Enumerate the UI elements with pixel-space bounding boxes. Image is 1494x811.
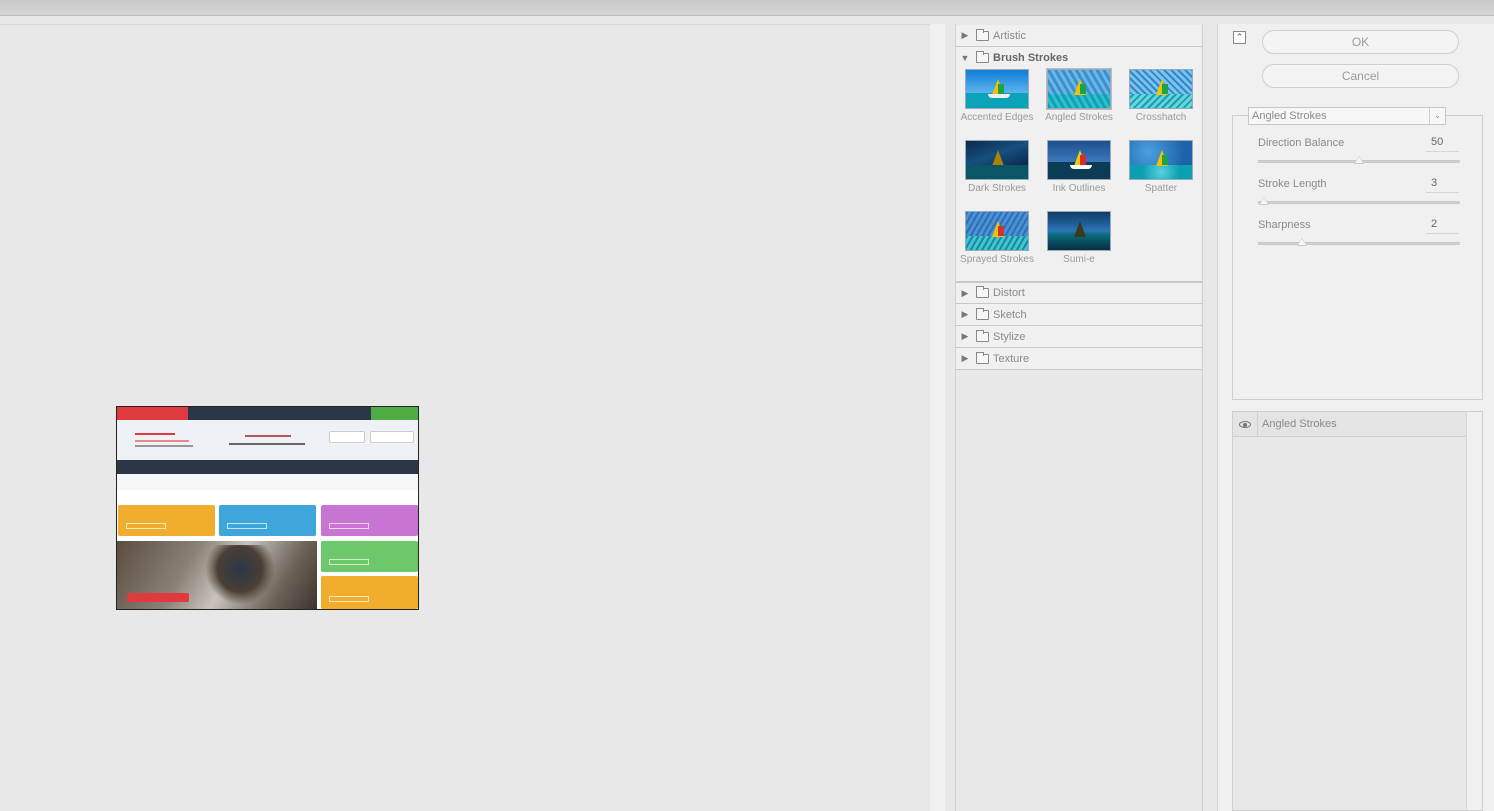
collapse-gallery-icon[interactable]: ⌃: [1233, 31, 1246, 44]
layers-scrollbar[interactable]: [1466, 412, 1482, 810]
filter-options-panel: ⌃ OK Cancel Angled Strokes ⌄ Direction B…: [1217, 24, 1494, 811]
slider-thumb[interactable]: [1297, 238, 1307, 246]
filter-preview-image: [965, 69, 1029, 109]
preview-scrollbar[interactable]: [930, 24, 945, 811]
folder-icon: [976, 351, 989, 364]
stroke-length-input[interactable]: 3: [1426, 177, 1459, 193]
filter-thumb-spatter[interactable]: Spatter: [1120, 138, 1202, 208]
param-label-direction-balance: Direction Balance: [1258, 137, 1345, 149]
filter-label: Angled Strokes: [1045, 112, 1113, 123]
filter-thumb-dark-strokes[interactable]: Dark Strokes: [956, 138, 1038, 208]
folder-label: Texture: [993, 352, 1030, 365]
sharpness-slider[interactable]: [1258, 238, 1460, 246]
folder-icon: [976, 286, 989, 298]
param-label-sharpness: Sharpness: [1258, 219, 1311, 231]
folder-distort[interactable]: ▶ Distort: [956, 282, 1202, 304]
slider-thumb[interactable]: [1259, 197, 1269, 205]
filter-preview-image: [1047, 140, 1111, 180]
filter-thumb-ink-outlines[interactable]: Ink Outlines: [1038, 138, 1120, 208]
folder-brush-strokes[interactable]: ▼ Brush Strokes: [956, 47, 1202, 69]
filter-select-value: Angled Strokes: [1252, 110, 1327, 122]
expand-triangle-icon: ▶: [961, 353, 969, 363]
filter-preview-image: [965, 211, 1029, 251]
folder-icon: [976, 307, 989, 320]
folder-label: Brush Strokes: [993, 51, 1069, 64]
folder-texture[interactable]: ▶ Texture: [956, 348, 1202, 370]
filter-preview-image: [1047, 211, 1111, 251]
filter-thumb-accented-edges[interactable]: Accented Edges: [956, 67, 1038, 137]
filter-thumb-angled-strokes[interactable]: Angled Strokes: [1038, 67, 1120, 137]
direction-balance-input[interactable]: 50: [1426, 136, 1459, 152]
folder-icon: [976, 28, 989, 41]
filter-thumb-crosshatch[interactable]: Crosshatch: [1120, 67, 1202, 137]
filter-label: Dark Strokes: [968, 183, 1026, 194]
eye-icon: [1239, 420, 1251, 428]
folder-icon: [976, 50, 989, 63]
folder-label: Stylize: [993, 330, 1026, 343]
param-label-stroke-length: Stroke Length: [1258, 178, 1327, 190]
filter-preview-image: [1046, 68, 1112, 110]
chevron-down-icon: ⌄: [1429, 108, 1445, 124]
brush-strokes-filters: Accented Edges Angled Strokes Crosshatch…: [956, 67, 1202, 282]
filter-label: Crosshatch: [1135, 112, 1187, 123]
folder-artistic[interactable]: ▶ Artistic: [956, 25, 1202, 47]
expand-triangle-icon: ▶: [961, 331, 969, 341]
filter-select[interactable]: Angled Strokes ⌄: [1248, 107, 1446, 125]
filter-thumb-sumi-e[interactable]: Sumi-e: [1038, 209, 1120, 279]
slider-thumb[interactable]: [1354, 156, 1364, 164]
visibility-toggle[interactable]: [1233, 411, 1258, 437]
sharpness-input[interactable]: 2: [1426, 218, 1459, 234]
folder-label: Distort: [993, 287, 1025, 299]
filter-thumb-sprayed-strokes[interactable]: Sprayed Strokes: [956, 209, 1038, 279]
folder-icon: [976, 329, 989, 342]
filter-preview-image: [965, 140, 1029, 180]
direction-balance-slider[interactable]: [1258, 156, 1460, 164]
cancel-button[interactable]: Cancel: [1262, 64, 1459, 88]
folder-label: Sketch: [993, 308, 1027, 321]
filter-label: Accented Edges: [960, 112, 1034, 123]
filter-preview-image: [1129, 69, 1193, 109]
expand-triangle-icon: ▶: [961, 309, 969, 319]
folder-label: Artistic: [993, 29, 1026, 42]
effect-layer-row[interactable]: Angled Strokes: [1233, 411, 1466, 437]
filter-label: Sprayed Strokes: [960, 254, 1034, 265]
ok-button[interactable]: OK: [1262, 30, 1459, 54]
preview-image: [116, 406, 419, 610]
expand-triangle-icon: ▶: [961, 287, 969, 298]
folder-sketch[interactable]: ▶ Sketch: [956, 304, 1202, 326]
folder-stylize[interactable]: ▶ Stylize: [956, 326, 1202, 348]
filter-label: Sumi-e: [1063, 254, 1095, 265]
expand-triangle-icon: ▶: [961, 30, 969, 40]
filter-gallery-panel: ▶ Artistic ▼ Brush Strokes Accented Edge…: [955, 24, 1203, 811]
filter-label: Ink Outlines: [1052, 183, 1106, 194]
filter-preview-image: [1129, 140, 1193, 180]
filter-label: Spatter: [1144, 183, 1178, 194]
effect-layer-label: Angled Strokes: [1262, 418, 1337, 430]
collapse-triangle-icon: ▼: [960, 52, 970, 63]
effect-layers-box: Angled Strokes: [1232, 411, 1483, 811]
stroke-length-slider[interactable]: [1258, 197, 1460, 205]
title-bar: [0, 0, 1494, 16]
